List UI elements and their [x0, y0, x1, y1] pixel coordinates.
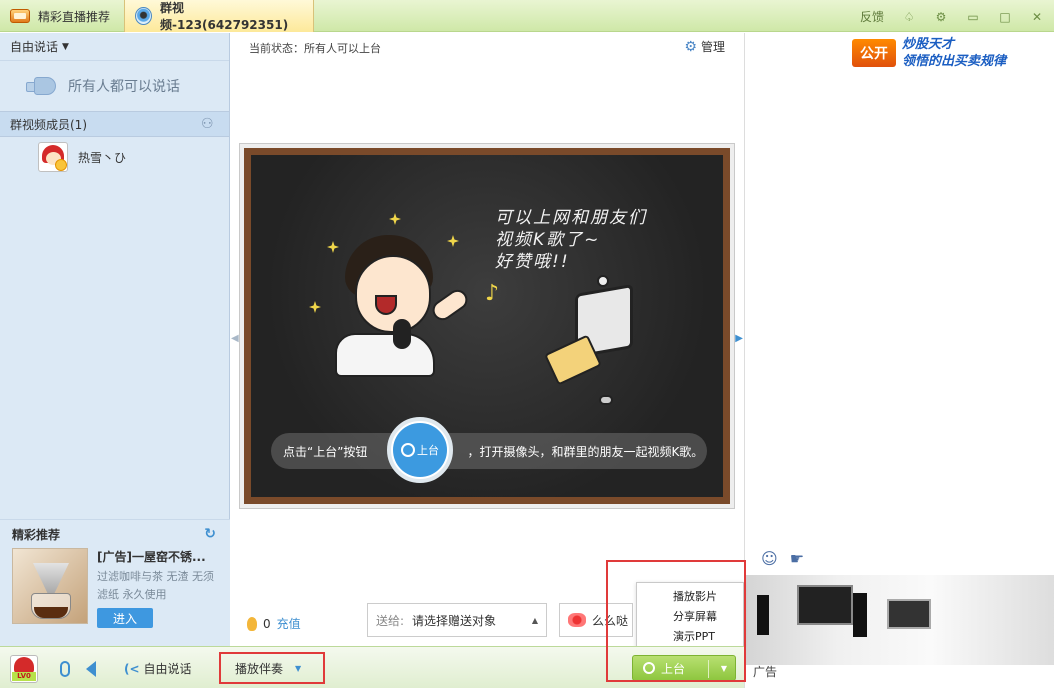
manage-label: 管理	[700, 40, 725, 54]
callout-text: 点击“上台”按钮	[283, 444, 368, 459]
product-image	[12, 548, 88, 624]
gear-icon: ⚙	[684, 38, 697, 55]
list-item[interactable]: 热雪丶ひ	[0, 137, 229, 177]
computer-illustration	[544, 275, 637, 405]
stage-icon	[401, 443, 415, 457]
speaker-icon[interactable]	[86, 661, 96, 677]
chevron-down-icon: ▼	[62, 41, 69, 52]
skin-icon[interactable]: ♤	[902, 10, 916, 24]
ad-line: 领悟的出买卖规律	[902, 54, 1007, 69]
recommend-title: 精彩推荐	[12, 527, 61, 542]
chalk-text: 可以上网和朋友们	[495, 208, 647, 228]
maximize-icon[interactable]: □	[998, 10, 1012, 24]
gift-select[interactable]: 么么哒	[559, 603, 633, 637]
live-tv-icon	[10, 9, 30, 23]
minimize-icon[interactable]: ▭	[966, 10, 980, 24]
free-talk-icon: (<	[124, 661, 140, 676]
chat-toolbar: ☺ ☛	[761, 549, 804, 568]
chevron-down-icon[interactable]: ▼	[721, 664, 727, 673]
members-header: 群视频成员(1) ⚇	[0, 111, 229, 137]
recommend-header: 精彩推荐 ↻	[0, 520, 230, 548]
manage-button[interactable]: ⚙ 管理	[684, 38, 725, 55]
right-panel: 公开 炒股天才 领悟的出买卖规律 ☺ ☛ 广告	[744, 33, 1054, 688]
play-accompaniment-button[interactable]: 播放伴奏 ▼	[219, 652, 325, 684]
collapse-left-icon[interactable]: ◀	[231, 333, 239, 344]
emoji-icon[interactable]: ☺	[761, 549, 778, 568]
send-to-label: 送给:	[376, 613, 405, 628]
sparkle-icon	[309, 301, 321, 313]
menu-item-present-ppt[interactable]: 演示PPT	[637, 626, 743, 646]
free-talk-label: 自由说话	[10, 40, 59, 54]
gift-label: 么么哒	[592, 613, 629, 628]
ad-small-label: 广告	[753, 665, 778, 679]
free-talk-dropdown[interactable]: 自由说话 ▼	[0, 33, 229, 61]
status-text: 当前状态：所有人可以上台	[249, 42, 381, 55]
member-name: 热雪丶ひ	[78, 150, 127, 165]
left-panel: 自由说话 ▼ 所有人都可以说话 群视频成员(1) ⚇ 热雪丶ひ 精彩推荐 ↻ […	[0, 33, 230, 646]
video-stage: 当前状态：所有人可以上台 ⚙ 管理 ◀ ▶ 可以上网和朋友们 视频K歌了~ 好赞…	[231, 33, 743, 646]
settings-icon[interactable]: ⚙	[934, 10, 948, 24]
title-bar: 精彩直播推荐 群视频-123(642792351) 反馈 ♤ ⚙ ▭ □ ✕	[0, 0, 1054, 32]
avatar[interactable]: LV0	[10, 655, 38, 683]
recommend-section: 精彩推荐 ↻ [广告]一屋窑不锈... 过滤咖啡与茶 无渣 无须滤纸 永久使用 …	[0, 519, 230, 646]
sparkle-icon	[389, 213, 401, 225]
menu-item-share-screen[interactable]: 分享屏幕	[637, 606, 743, 626]
recommend-item[interactable]: [广告]一屋窑不锈... 过滤咖啡与茶 无渣 无须滤纸 永久使用 进入	[0, 548, 230, 628]
feedback-link[interactable]: 反馈	[860, 8, 884, 25]
chevron-down-icon: ▼	[295, 663, 302, 673]
free-talk-label: 自由说话	[143, 662, 192, 676]
tab-label: 精彩直播推荐	[38, 9, 111, 24]
avatar	[38, 142, 68, 172]
recommend-item-desc: 过滤咖啡与茶 无渣 无须滤纸 永久使用	[97, 570, 214, 601]
menu-item-play-movie[interactable]: 播放影片	[637, 586, 743, 606]
collapse-right-icon[interactable]: ▶	[735, 333, 743, 344]
ad-footer: 广告	[753, 663, 777, 680]
free-talk-button[interactable]: (< 自由说话	[124, 660, 192, 677]
play-media-menu: 播放影片 分享屏幕 演示PPT	[636, 582, 744, 648]
chalk-text: 好赞哦!!	[495, 252, 570, 272]
microphone-icon[interactable]	[60, 661, 70, 677]
level-badge: LV0	[12, 672, 36, 681]
recharge-link[interactable]: 充值	[277, 615, 301, 632]
chalkboard-illustration: 可以上网和朋友们 视频K歌了~ 好赞哦!! ♪ 点击“上台”按钮 ，打开摄像头，…	[244, 148, 730, 504]
send-to-select[interactable]: 送给: 请选择赠送对象 ▲	[367, 603, 547, 637]
chalk-text: 视频K歌了~	[495, 230, 601, 250]
all-can-talk-label: 所有人都可以说话	[68, 79, 180, 95]
stage-icon	[643, 662, 655, 674]
music-note-icon: ♪	[485, 281, 500, 306]
coin-balance: 0 充值	[247, 615, 301, 632]
all-can-talk-status: 所有人都可以说话	[0, 61, 229, 111]
coin-count: 0	[263, 616, 271, 631]
ad-line: 炒股天才	[902, 37, 955, 52]
ad-logo: 公开	[852, 39, 896, 67]
accompaniment-label: 播放伴奏	[235, 661, 284, 676]
go-on-stage-label: 上台	[661, 661, 686, 676]
close-icon[interactable]: ✕	[1030, 10, 1044, 24]
add-member-icon[interactable]: ⚇	[201, 116, 219, 134]
megaphone-icon	[26, 75, 56, 97]
gesture-icon[interactable]: ☛	[790, 549, 804, 568]
tab-group-video[interactable]: 群视频-123(642792351)	[124, 0, 314, 32]
tab-live-recommend[interactable]: 精彩直播推荐	[0, 0, 124, 32]
members-title: 群视频成员(1)	[10, 117, 87, 132]
go-on-stage-label: 上台	[417, 444, 439, 457]
coin-icon	[247, 616, 257, 631]
webcam-icon	[135, 7, 153, 25]
chevron-up-icon: ▲	[531, 616, 538, 625]
window-controls: 反馈 ♤ ⚙ ▭ □ ✕	[860, 8, 1044, 25]
tab-label: 群视频-123(642792351)	[160, 1, 289, 32]
gift-icon	[568, 613, 586, 627]
go-on-stage-circle[interactable]: 上台	[387, 417, 453, 483]
ad-banner[interactable]: 公开 炒股天才 领悟的出买卖规律	[852, 33, 1048, 73]
singing-boy-illustration	[335, 235, 472, 380]
recommend-item-title: [广告]一屋窑不锈...	[97, 550, 206, 564]
video-area: 可以上网和朋友们 视频K歌了~ 好赞哦!! ♪ 点击“上台”按钮 ，打开摄像头，…	[239, 143, 735, 509]
instruction-callout: 点击“上台”按钮 ，打开摄像头，和群里的朋友一起视频K歌。	[271, 433, 707, 469]
send-to-placeholder: 请选择赠送对象	[412, 613, 497, 628]
callout-text: ，打开摄像头，和群里的朋友一起视频K歌。	[467, 444, 704, 459]
enter-button[interactable]: 进入	[97, 608, 153, 628]
ad-product-image[interactable]	[745, 575, 1054, 665]
refresh-icon[interactable]: ↻	[204, 526, 216, 542]
go-on-stage-button[interactable]: 上台 ▼	[632, 655, 736, 681]
